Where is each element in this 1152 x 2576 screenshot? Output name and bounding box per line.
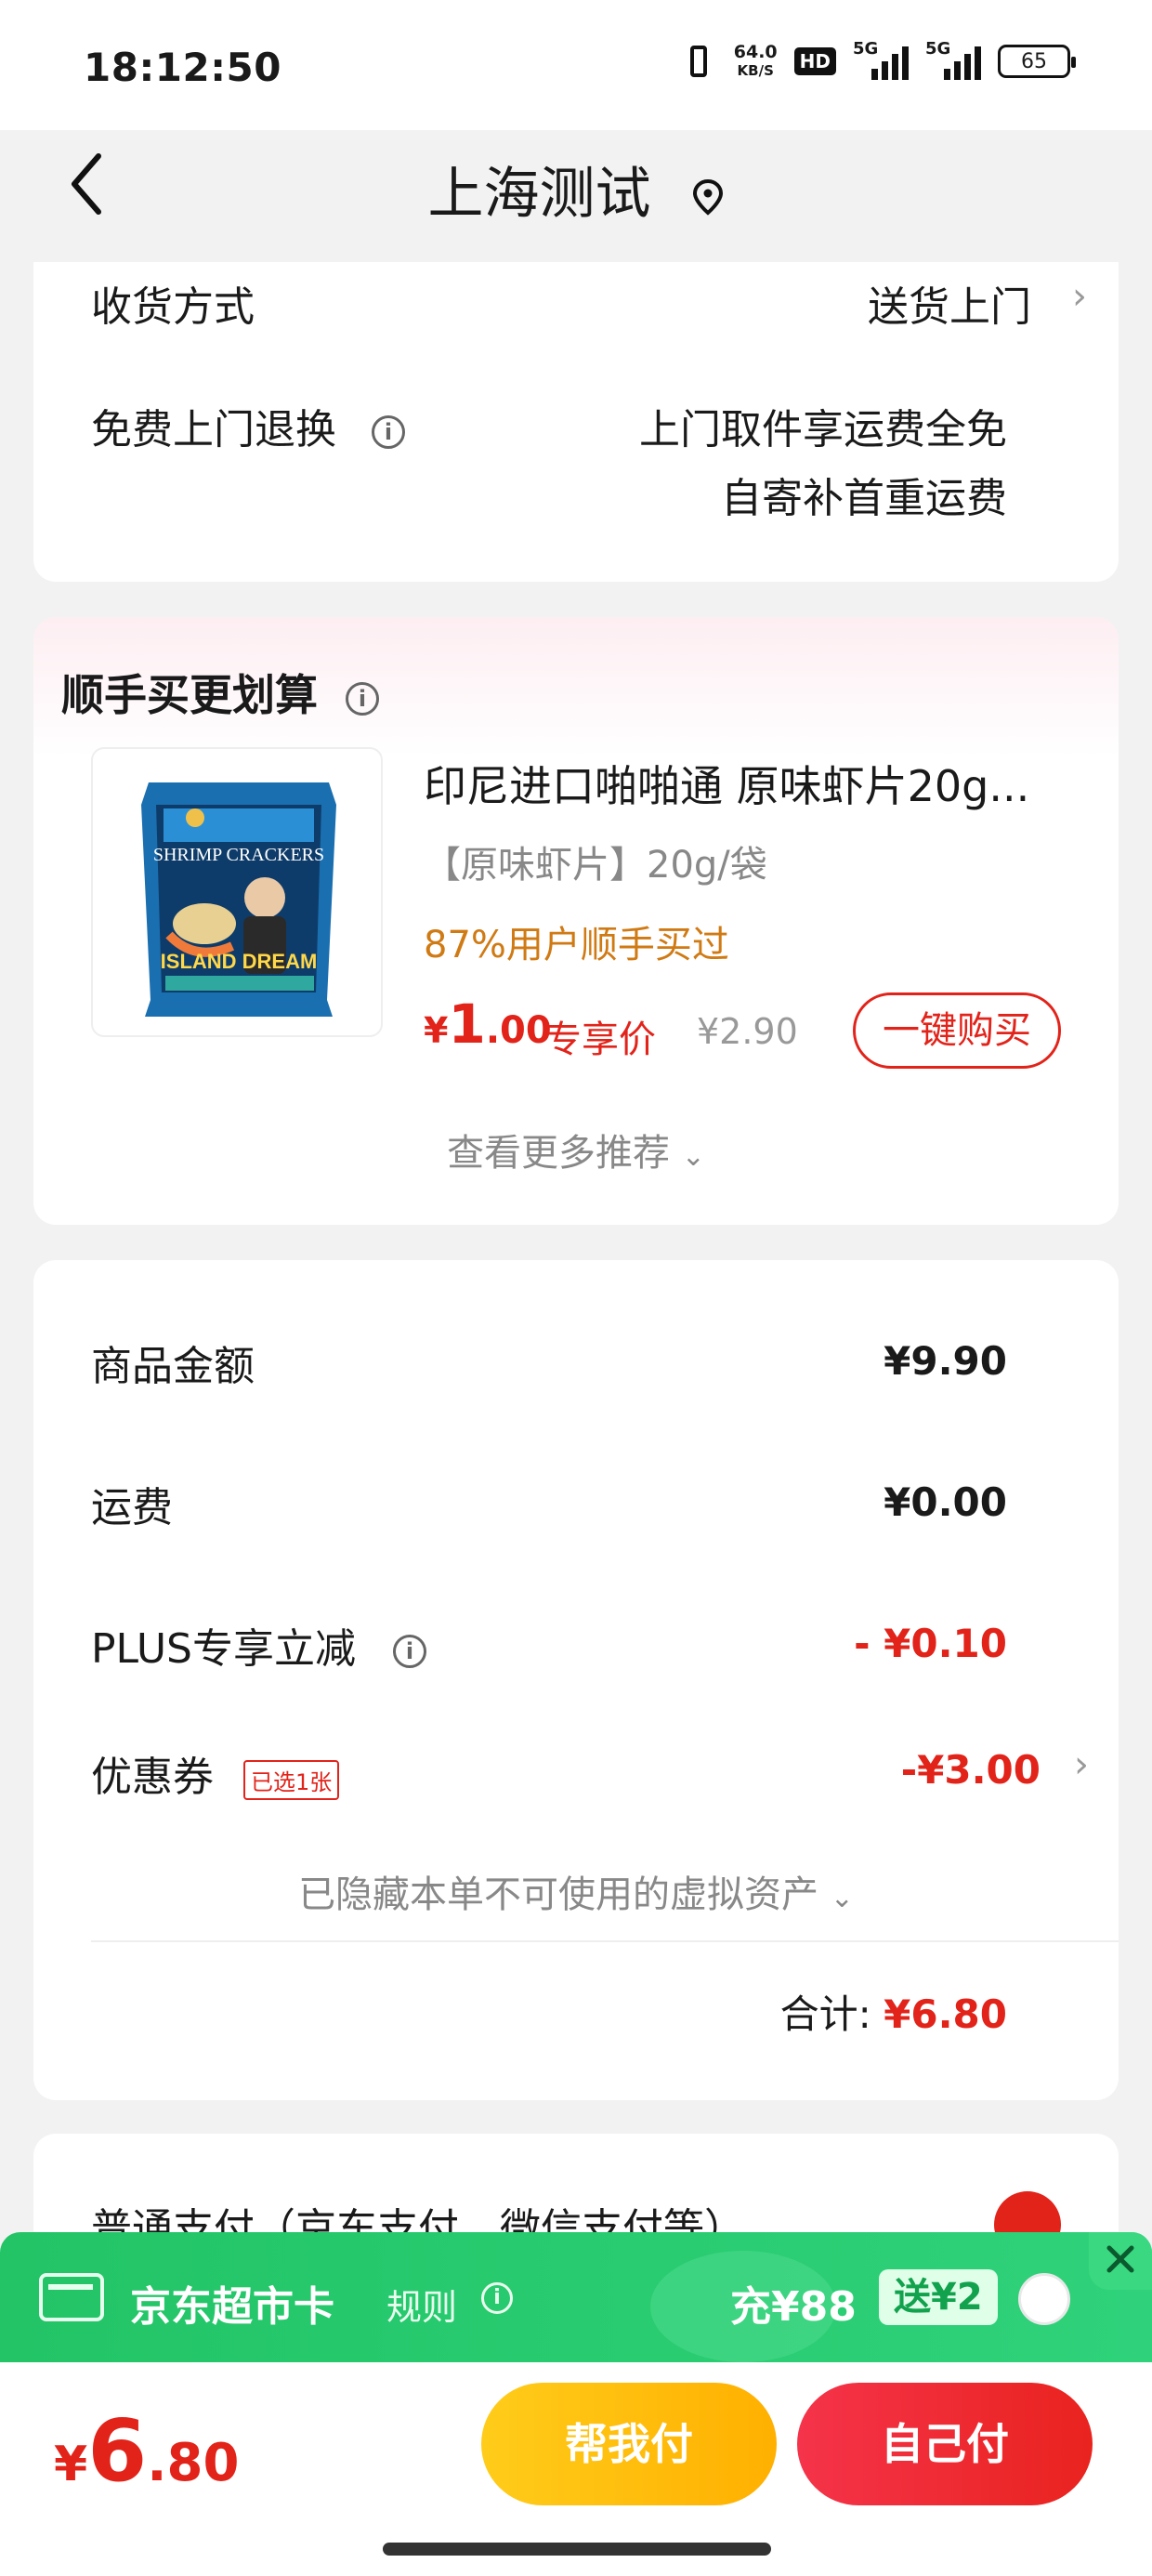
chevron-right-icon: › (1072, 275, 1087, 318)
delivery-method-row[interactable]: 送货上门 › (780, 264, 1087, 338)
bag-text-bottom: ISLAND DREAM (161, 950, 318, 973)
network-speed-value: 64.0 (733, 42, 778, 62)
promo-charge-amount: 充¥88 (730, 2283, 857, 2331)
promo-bonus-badge: 送¥2 (879, 2269, 998, 2325)
shrimp-cracker-bag-image: SHRIMP CRACKERS ISLAND DREAM (141, 782, 336, 1017)
plus-discount-label-text: PLUS专享立减 (91, 1625, 356, 1673)
coupon-selected-badge: 已选1张 (243, 1759, 340, 1800)
product-price-int: 1 (448, 992, 486, 1056)
supermarket-card-promo[interactable]: 京东超市卡 规则 i 充¥88 送¥2 (0, 2232, 1152, 2362)
signal-sim1-icon: 5G (853, 39, 909, 80)
coupon-label: 优惠券 已选1张 (91, 1743, 340, 1803)
product-name[interactable]: 印尼进口啪啪通 原味虾片20g... (424, 753, 1029, 814)
product-bought-rate: 87%用户顺手买过 (424, 924, 729, 966)
battery-icon: 65 (998, 45, 1076, 78)
shipping-label: 运费 (91, 1484, 173, 1531)
delivery-method-value: 送货上门 (868, 283, 1031, 331)
final-price-symbol: ¥ (54, 2437, 88, 2492)
recommend-title: 顺手买更划算 i (61, 662, 380, 723)
card-icon (39, 2273, 104, 2321)
product-spec: 【原味虾片】20g/袋 (424, 844, 767, 887)
original-price: ¥2.90 (697, 1011, 798, 1052)
chevron-down-icon: ⌄ (681, 1140, 705, 1173)
coupon-value: -¥3.00 (900, 1747, 1041, 1793)
status-icons: 64.0 KB/S HD 5G 5G 65 (680, 39, 1076, 80)
divider (91, 1940, 1119, 1942)
promo-rule-link[interactable]: 规则 (386, 2279, 457, 2330)
promo-title: 京东超市卡 (130, 2283, 334, 2331)
one-click-buy-button[interactable]: 一键购买 (853, 992, 1061, 1069)
final-price-int: 6 (87, 2401, 148, 2501)
info-icon[interactable]: i (372, 415, 405, 449)
info-icon[interactable]: i (346, 681, 380, 716)
goods-amount-value: ¥9.90 (884, 1338, 1007, 1384)
info-icon[interactable]: i (481, 2282, 513, 2314)
chevron-down-icon: ⌄ (830, 1882, 854, 1914)
exclusive-price-label: 专享价 (544, 1019, 656, 1061)
bag-text-top: SHRIMP CRACKERS (153, 845, 324, 865)
pay-myself-button[interactable]: 自己付 (797, 2383, 1093, 2505)
see-more-label: 查看更多推荐 (447, 1132, 671, 1175)
chevron-right-icon: › (1074, 1743, 1089, 1786)
hidden-assets-toggle[interactable]: 已隐藏本单不可使用的虚拟资产 ⌄ (0, 1864, 1152, 1918)
free-return-label-text: 免费上门退换 (91, 406, 336, 453)
final-price: ¥6.80 (54, 2401, 239, 2501)
product-price-symbol: ¥ (424, 1010, 449, 1051)
free-return-label: 免费上门退换 i (91, 396, 405, 455)
plus-discount-value: - ¥0.10 (854, 1621, 1007, 1666)
plus-discount-label: PLUS专享立减 i (91, 1615, 426, 1675)
product-price-dec: .00 (485, 1009, 552, 1052)
final-price-dec: .80 (147, 2433, 240, 2493)
info-icon[interactable]: i (393, 1635, 426, 1668)
delivery-method-label: 收货方式 (91, 283, 255, 331)
hidden-assets-label: 已隐藏本单不可使用的虚拟资产 (298, 1873, 819, 1916)
page-title-text: 上海测试 (427, 162, 651, 227)
total-label: 合计: (779, 1991, 871, 2037)
recommend-title-text: 顺手买更划算 (61, 670, 318, 720)
goods-amount-label: 商品金额 (91, 1343, 255, 1390)
help-me-pay-button[interactable]: 帮我付 (481, 2383, 777, 2505)
location-pin-icon (691, 164, 725, 230)
order-total: 合计: ¥6.80 (780, 1983, 1007, 2040)
signal-sim2-icon: 5G (925, 39, 981, 80)
status-bar: 18:12:50 64.0 KB/S HD 5G 5G 65 (0, 0, 1152, 130)
product-price: ¥1.00 (424, 992, 552, 1056)
home-indicator[interactable] (383, 2543, 771, 2556)
close-button[interactable] (1089, 2232, 1152, 2290)
hd-voice-icon: HD (793, 47, 836, 75)
shipping-value: ¥0.00 (884, 1479, 1007, 1525)
coupon-label-text: 优惠券 (91, 1754, 214, 1801)
coupon-row[interactable]: -¥3.00 › (818, 1738, 1089, 1803)
free-return-value-line1: 上门取件享运费全免 (639, 406, 1007, 453)
close-icon (1106, 2245, 1134, 2273)
status-time: 18:12:50 (84, 45, 281, 90)
page-title[interactable]: 上海测试 (0, 149, 1152, 230)
network-speed-unit: KB/S (737, 62, 774, 79)
network-speed: 64.0 KB/S (734, 43, 778, 80)
total-value: ¥6.80 (884, 1991, 1007, 2037)
free-return-value-line2: 自寄补首重运费 (721, 475, 1007, 522)
promo-select-radio[interactable] (1018, 2273, 1070, 2325)
product-image[interactable]: SHRIMP CRACKERS ISLAND DREAM (91, 747, 383, 1037)
vibrate-icon (680, 43, 717, 80)
see-more-recommend[interactable]: 查看更多推荐 ⌄ (0, 1123, 1152, 1176)
